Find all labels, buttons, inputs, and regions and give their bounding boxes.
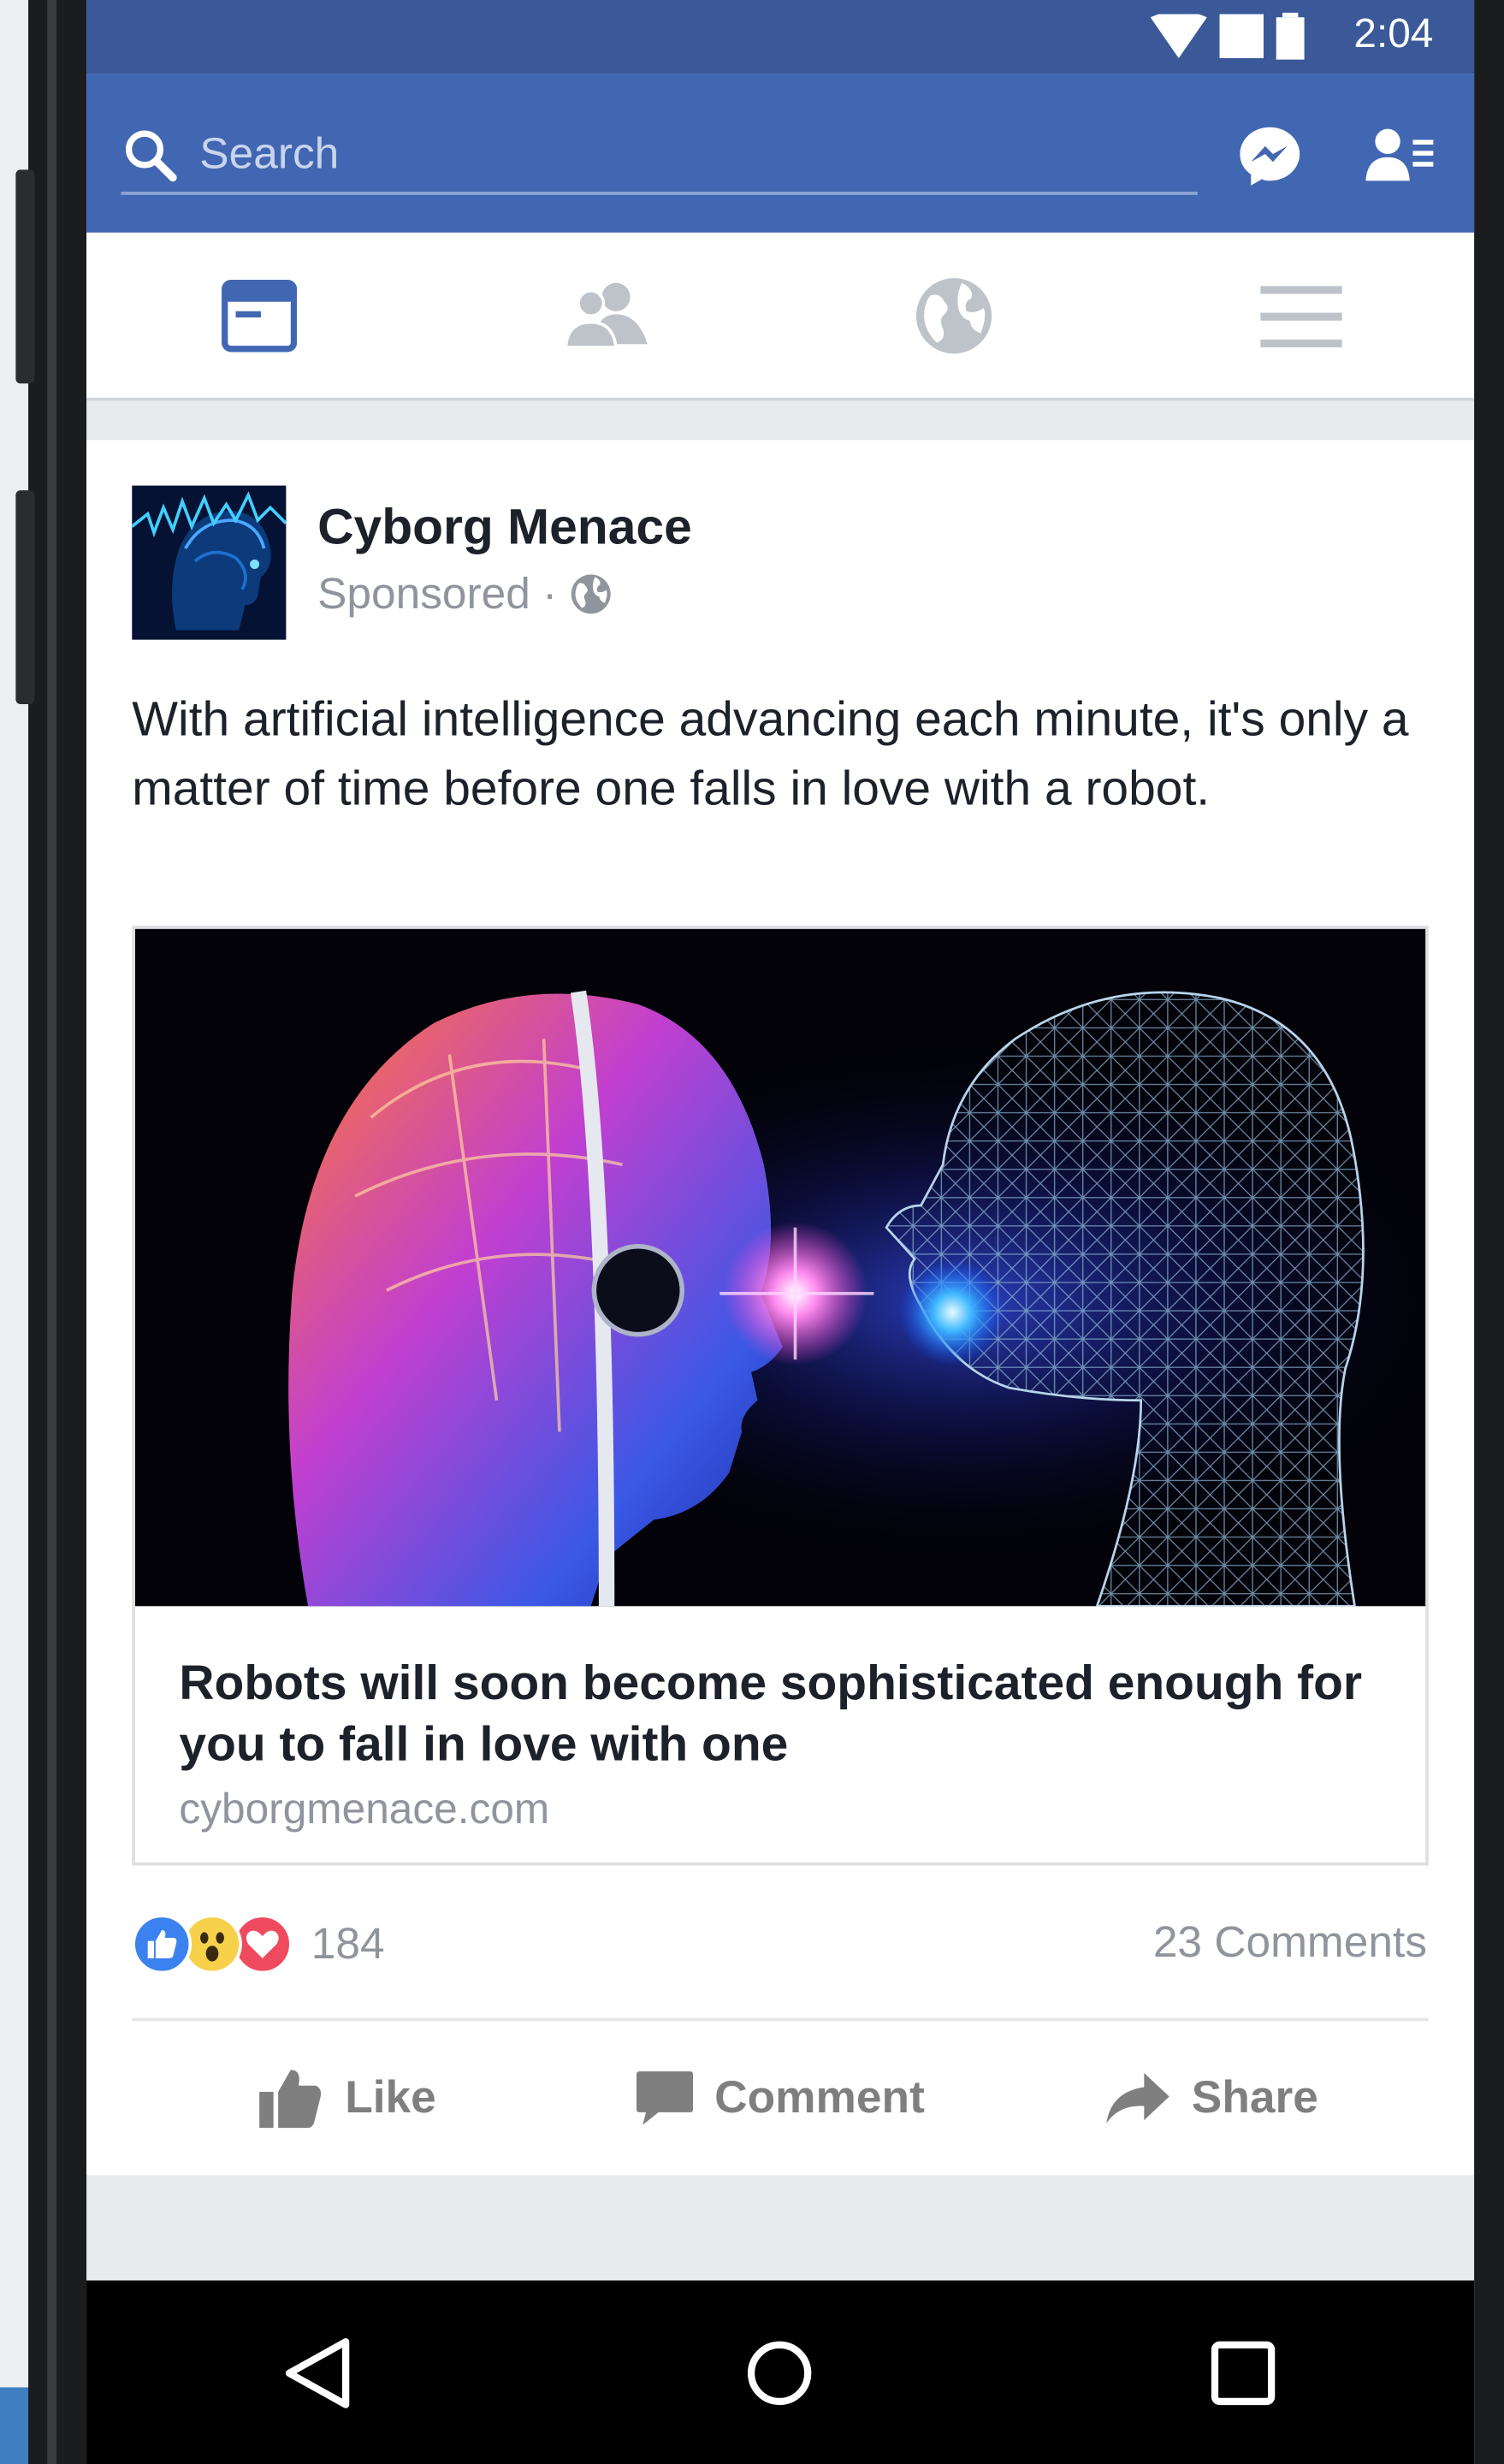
recents-button[interactable] — [1011, 2280, 1474, 2464]
recents-icon — [1211, 2340, 1275, 2405]
messenger-button[interactable] — [1226, 115, 1314, 197]
top-bar — [86, 74, 1475, 233]
battery-icon — [1276, 12, 1305, 60]
hamburger-menu-icon — [1259, 285, 1342, 347]
tab-news-feed[interactable] — [86, 233, 434, 398]
tab-friends[interactable] — [434, 233, 781, 398]
post-meta: Sponsored · — [317, 569, 611, 619]
status-icons — [1150, 12, 1305, 60]
share-button[interactable]: Share — [997, 2021, 1429, 2175]
tab-menu[interactable] — [1128, 233, 1475, 398]
like-reaction-icon — [132, 1914, 192, 1975]
volume-button — [15, 169, 35, 384]
stage: 2:04 Search Cyborg Menace Sponsored · Wi… — [0, 0, 1504, 2464]
wifi-icon — [1150, 14, 1207, 58]
tab-notifications[interactable] — [780, 233, 1128, 398]
sponsored-post: Cyborg Menace Sponsored · With artificia… — [86, 440, 1475, 2176]
post-text: With artificial intelligence advancing e… — [132, 691, 1409, 816]
link-domain: cyborgmenace.com — [179, 1785, 550, 1833]
friend-requests-icon — [1365, 128, 1434, 181]
sponsored-label: Sponsored · — [317, 568, 558, 618]
back-button[interactable] — [86, 2280, 549, 2464]
comments-count[interactable]: 23 Comments — [1153, 1917, 1427, 1968]
post-actions: Like Comment Share — [132, 2021, 1429, 2175]
messenger-icon — [1240, 127, 1300, 186]
news-feed-icon — [222, 279, 298, 352]
status-time: 2:04 — [1353, 9, 1434, 57]
search-input[interactable] — [199, 122, 1175, 186]
thumbs-up-icon — [259, 2070, 323, 2129]
back-icon — [286, 2337, 350, 2408]
comment-button[interactable]: Comment — [564, 2021, 996, 2175]
search-bar[interactable] — [121, 122, 1198, 195]
page-avatar[interactable] — [132, 485, 287, 640]
status-bar: 2:04 — [86, 0, 1475, 74]
cyborg-head-avatar-image — [132, 485, 287, 640]
like-button[interactable]: Like — [132, 2021, 564, 2175]
reactions-summary[interactable]: 184 — [132, 1910, 385, 1979]
comment-label: Comment — [714, 2072, 925, 2123]
like-label: Like — [345, 2072, 436, 2123]
phone-screen: 2:04 Search Cyborg Menace Sponsored · Wi… — [86, 0, 1475, 2464]
page-name[interactable]: Cyborg Menace — [317, 498, 692, 556]
search-icon — [125, 130, 177, 182]
friend-requests-button[interactable] — [1356, 115, 1444, 197]
tab-bar — [86, 232, 1475, 401]
friends-icon — [564, 281, 648, 348]
link-title[interactable]: Robots will soon become sophisticated en… — [179, 1652, 1373, 1774]
phone-bezel-highlight — [47, 0, 57, 2464]
home-button[interactable] — [549, 2280, 1012, 2464]
reactions-count: 184 — [311, 1918, 385, 1968]
comment-icon — [636, 2071, 693, 2125]
globe-icon — [915, 277, 992, 353]
share-label: Share — [1191, 2072, 1318, 2123]
cell-signal-icon — [1219, 14, 1264, 58]
power-button — [15, 490, 35, 704]
link-preview[interactable]: Robots will soon become sophisticated en… — [132, 925, 1429, 1866]
home-icon — [748, 2340, 813, 2405]
globe-icon — [570, 574, 610, 614]
android-nav-bar — [86, 2280, 1475, 2464]
share-arrow-icon — [1106, 2073, 1170, 2123]
robot-and-human-faces-image — [134, 928, 1426, 1607]
